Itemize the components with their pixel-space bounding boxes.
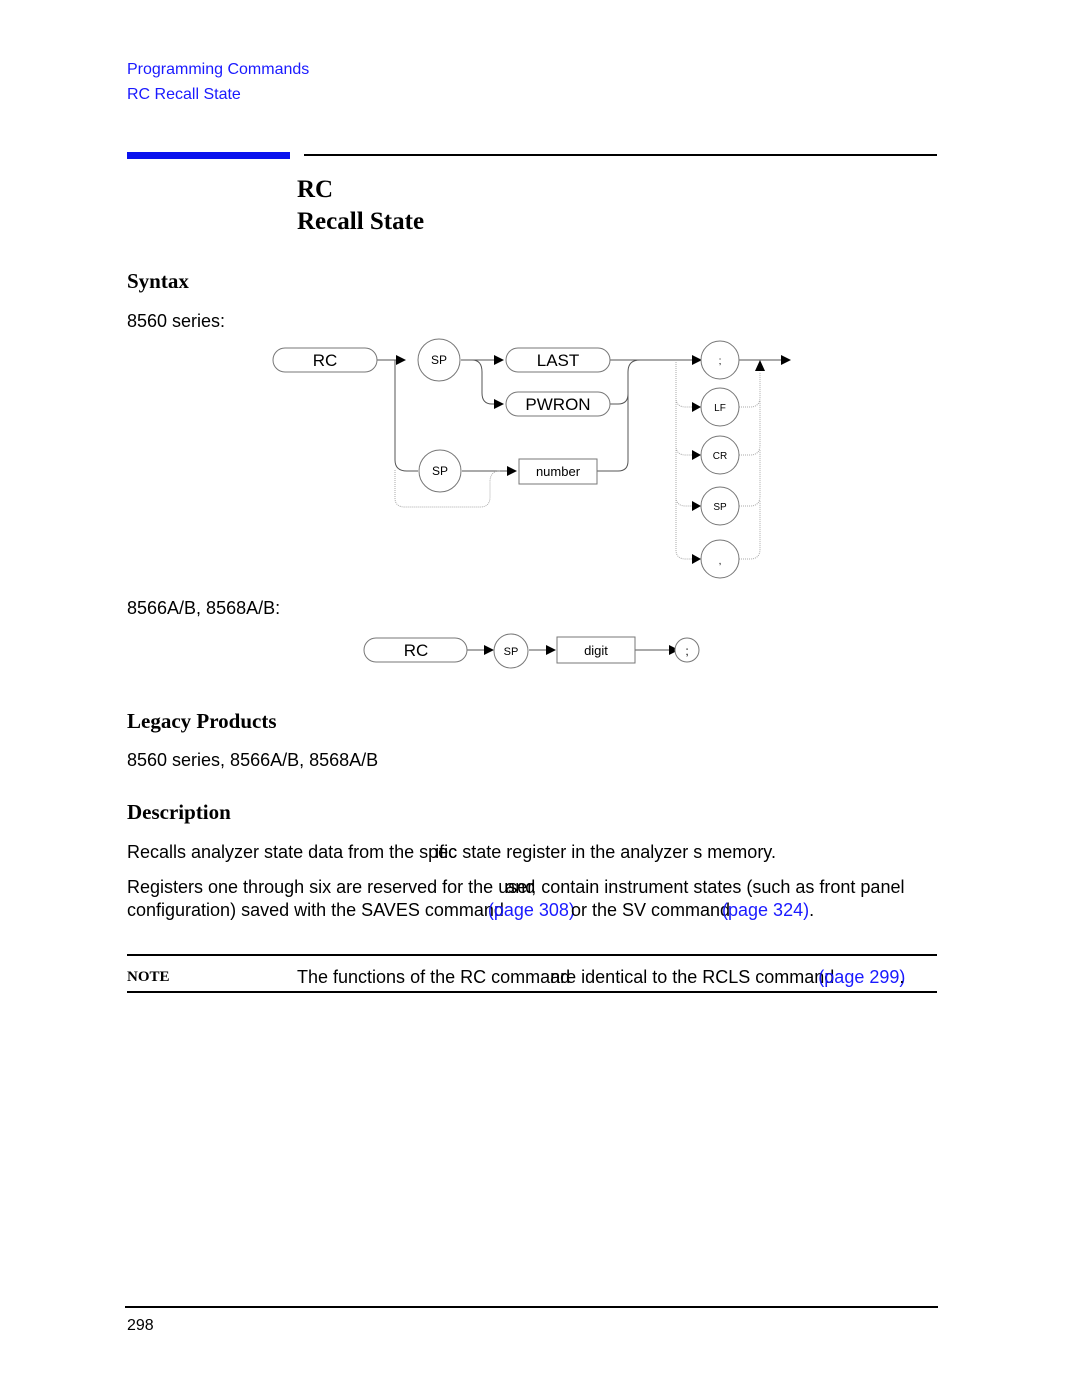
page-number: 298 [127,1317,154,1334]
d2-sp-label: SP [504,646,519,658]
note-label: NOTE [127,969,170,985]
term-lf-label: LF [714,403,726,414]
note-part-c: . [899,967,905,987]
note-top-rule [127,954,937,956]
footer-rule [125,1306,938,1308]
sv-page-link[interactable]: (page 324) [722,900,809,920]
p2l2-part-b: or the SV command [570,900,731,920]
term-sp-label: SP [713,502,727,513]
node-number-label: number [536,464,581,479]
syntax-diagram-8560: RC SP LAST PWRON SP number ; LF CR SP , … [272,338,791,669]
p2-part-a: Registers one through six are reserved f… [127,877,534,897]
p1-part-c: state register in the analyzer s memory. [462,842,776,862]
node-rc-label: RC [313,351,338,370]
description-paragraph-2-line-2: configuration) saved with the SAVES comm… [127,900,814,921]
d2-semicolon-label: ; [685,644,688,658]
description-heading: Description [127,800,231,824]
note-bottom-rule [127,991,937,993]
description-paragraph-2-line-1: Registers one through six are reserved f… [127,877,904,898]
term-comma-label: , [719,556,722,567]
term-semicolon-label: ; [719,356,722,367]
p1-part-a: Recalls analyzer state data from the spe… [127,842,458,862]
rcls-page-link[interactable]: (page 299) [818,967,905,987]
p2l2-part-c: . [809,900,815,920]
node-pwron-label: PWRON [525,395,590,414]
node-sp2-label: SP [432,464,448,478]
d2-digit-label: digit [584,643,608,658]
node-last-label: LAST [537,351,580,370]
note-part-a: The functions of the RC command [297,967,571,987]
legacy-heading: Legacy Products [127,709,277,733]
d2-rc-label: RC [404,641,429,660]
legacy-text: 8560 series, 8566A/B, 8568A/B [127,750,379,770]
description-paragraph-1: Recalls analyzer state data from the spe… [127,842,776,863]
p1-part-b: ific [435,842,458,862]
saves-page-link[interactable]: (page 308) [488,900,575,920]
p2l2-part-a: configuration) saved with the SAVES comm… [127,900,504,920]
node-sp1-label: SP [431,353,447,367]
diagram2-label: 8566A/B, 8568A/B: [127,598,281,618]
p2-part-c: , contain instrument states (such as fro… [531,877,905,897]
term-cr-label: CR [713,451,727,462]
note-part-b: are identical to the RCLS command [550,967,835,987]
note-text: The functions of the RC commandare ident… [297,967,905,988]
